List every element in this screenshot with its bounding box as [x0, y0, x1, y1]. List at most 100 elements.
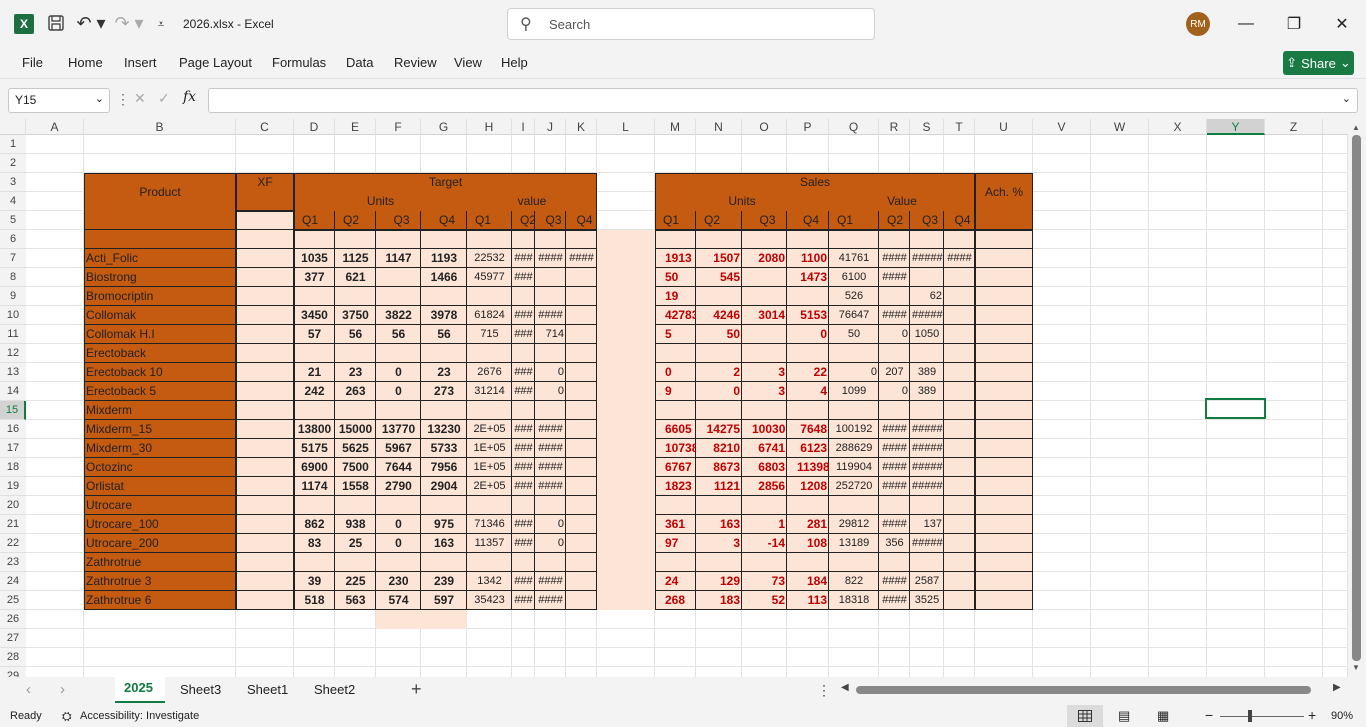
row-header-23[interactable]: 23 — [0, 553, 26, 572]
zoom-slider-thumb[interactable] — [1248, 710, 1252, 722]
column-header-l[interactable]: L — [597, 119, 655, 135]
page-break-view-icon[interactable]: ▦ — [1157, 708, 1169, 724]
column-header-e[interactable]: E — [335, 119, 376, 135]
sheet-tab-sheet1[interactable]: Sheet1 — [247, 682, 288, 697]
column-header-o[interactable]: O — [742, 119, 787, 135]
worksheet-grid[interactable]: ABCDEFGHIJKLMNOPQRSTUVWXYZ 1 2 3 4 5 6 7 8 9 10 11… — [0, 119, 1366, 686]
column-header-n[interactable]: N — [696, 119, 742, 135]
tab-formulas[interactable]: Formulas — [272, 55, 326, 70]
row-header-25[interactable]: 25 — [0, 591, 26, 610]
row-header-28[interactable]: 28 — [0, 648, 26, 667]
scroll-down-icon[interactable]: ▼ — [1352, 663, 1360, 672]
column-header-w[interactable]: W — [1091, 119, 1149, 135]
row-header-1[interactable]: 1 — [0, 135, 26, 154]
column-header-h[interactable]: H — [467, 119, 512, 135]
column-header-s[interactable]: S — [910, 119, 944, 135]
avatar[interactable]: RM — [1186, 12, 1210, 36]
scroll-left-icon[interactable]: ◀ — [841, 682, 849, 693]
column-header-q[interactable]: Q — [829, 119, 879, 135]
row-header-3[interactable]: 3 — [0, 173, 26, 192]
minimize-icon[interactable]: — — [1234, 12, 1258, 36]
name-box[interactable]: Y15 ⌄ — [8, 88, 110, 113]
vertical-scrollbar[interactable]: ▲ ▼ — [1348, 119, 1366, 677]
tab-help[interactable]: Help — [501, 55, 528, 70]
sheet-tab-sheet2[interactable]: Sheet2 — [314, 682, 355, 697]
column-header-t[interactable]: T — [944, 119, 975, 135]
redo-icon[interactable]: ↷ ▾ — [114, 12, 144, 34]
row-header-8[interactable]: 8 — [0, 268, 26, 287]
column-header-z[interactable]: Z — [1265, 119, 1323, 135]
column-header-p[interactable]: P — [787, 119, 829, 135]
column-header-u[interactable]: U — [975, 119, 1033, 135]
insert-function-icon[interactable]: fx — [183, 89, 196, 105]
share-button[interactable]: ⇪ Share ⌄ — [1283, 51, 1354, 75]
column-header-b[interactable]: B — [84, 119, 236, 135]
row-header-24[interactable]: 24 — [0, 572, 26, 591]
horizontal-scroll-thumb[interactable] — [856, 686, 1311, 694]
active-cell[interactable] — [1205, 398, 1266, 419]
row-header-7[interactable]: 7 — [0, 249, 26, 268]
row-header-12[interactable]: 12 — [0, 344, 26, 363]
tab-data[interactable]: Data — [346, 55, 373, 70]
row-header-16[interactable]: 16 — [0, 420, 26, 439]
close-icon[interactable]: ✕ — [1330, 12, 1354, 36]
column-header-x[interactable]: X — [1149, 119, 1207, 135]
row-header-22[interactable]: 22 — [0, 534, 26, 553]
accessibility-icon[interactable]: ⛭ — [62, 709, 72, 724]
column-header-c[interactable]: C — [236, 119, 294, 135]
search-box[interactable]: ⚲ Search — [507, 8, 875, 40]
scroll-thumb[interactable] — [1352, 135, 1361, 661]
row-header-10[interactable]: 10 — [0, 306, 26, 325]
restore-icon[interactable]: ❐ — [1282, 12, 1306, 36]
column-header-v[interactable]: V — [1033, 119, 1091, 135]
row-header-17[interactable]: 17 — [0, 439, 26, 458]
tab-view[interactable]: View — [454, 55, 482, 70]
next-sheet-icon[interactable]: › — [60, 681, 65, 698]
select-all-corner[interactable] — [0, 119, 26, 135]
column-header-g[interactable]: G — [421, 119, 467, 135]
row-header-13[interactable]: 13 — [0, 363, 26, 382]
enter-icon[interactable]: ✓ — [158, 90, 170, 107]
column-header-r[interactable]: R — [879, 119, 910, 135]
cancel-icon[interactable]: ✕ — [134, 90, 146, 107]
sheet-tab-sheet3[interactable]: Sheet3 — [180, 682, 221, 697]
scroll-right-icon[interactable]: ▶ — [1333, 682, 1341, 693]
column-header-y[interactable]: Y — [1207, 119, 1265, 135]
prev-sheet-icon[interactable]: ‹ — [26, 681, 31, 698]
tab-page-layout[interactable]: Page Layout — [179, 55, 252, 70]
tab-review[interactable]: Review — [394, 55, 437, 70]
tab-home[interactable]: Home — [68, 55, 103, 70]
customize-toolbar-icon[interactable]: ⩡ — [154, 14, 168, 34]
row-header-4[interactable]: 4 — [0, 192, 26, 211]
column-header-k[interactable]: K — [566, 119, 597, 135]
column-header-f[interactable]: F — [376, 119, 421, 135]
column-header-m[interactable]: M — [655, 119, 696, 135]
formula-input[interactable]: ⌄ — [208, 88, 1358, 113]
column-header-a[interactable]: A — [26, 119, 84, 135]
row-header-27[interactable]: 27 — [0, 629, 26, 648]
row-header-20[interactable]: 20 — [0, 496, 26, 515]
row-header-11[interactable]: 11 — [0, 325, 26, 344]
sheet-tab-2025[interactable]: 2025 — [115, 677, 165, 703]
scroll-up-icon[interactable]: ▲ — [1352, 123, 1360, 132]
page-layout-view-icon[interactable]: ▤ — [1118, 708, 1130, 724]
row-header-19[interactable]: 19 — [0, 477, 26, 496]
row-header-18[interactable]: 18 — [0, 458, 26, 477]
row-header-2[interactable]: 2 — [0, 154, 26, 173]
column-header-j[interactable]: J — [535, 119, 566, 135]
column-header-i[interactable]: I — [512, 119, 535, 135]
zoom-out-icon[interactable]: − — [1205, 707, 1213, 723]
tab-file[interactable]: File — [22, 55, 43, 70]
row-header-6[interactable]: 6 — [0, 230, 26, 249]
row-header-9[interactable]: 9 — [0, 287, 26, 306]
row-header-5[interactable]: 5 — [0, 211, 26, 230]
more-options-icon[interactable]: ⋮ — [116, 91, 130, 108]
undo-icon[interactable]: ↶ ▾ — [76, 12, 106, 34]
row-header-21[interactable]: 21 — [0, 515, 26, 534]
column-header-d[interactable]: D — [294, 119, 335, 135]
accessibility-status[interactable]: Accessibility: Investigate — [80, 710, 199, 722]
tab-insert[interactable]: Insert — [124, 55, 157, 70]
add-sheet-icon[interactable]: + — [411, 679, 422, 700]
row-header-26[interactable]: 26 — [0, 610, 26, 629]
row-header-14[interactable]: 14 — [0, 382, 26, 401]
